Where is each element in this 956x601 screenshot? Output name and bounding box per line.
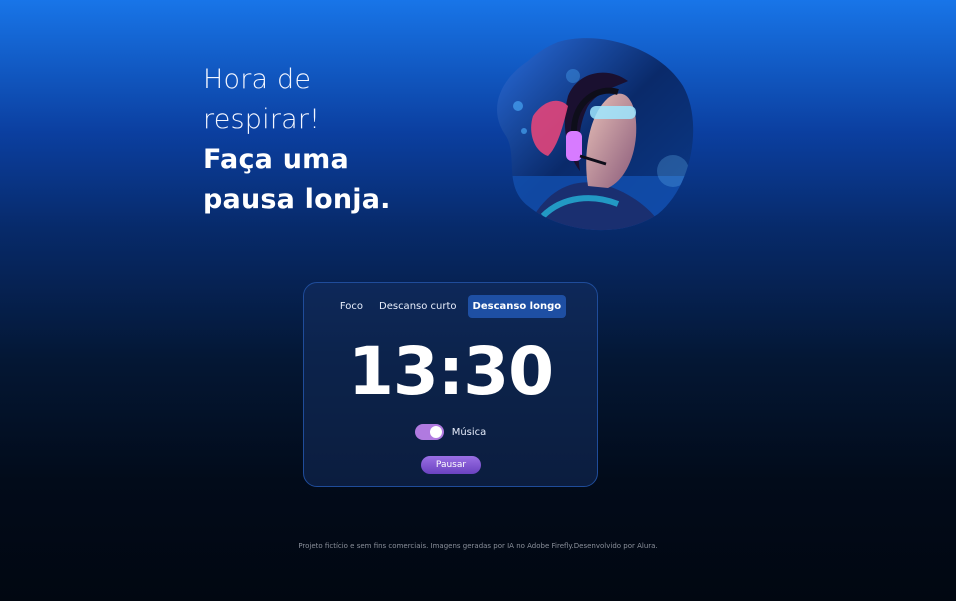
- footer-text: Projeto fictício e sem fins comerciais. …: [298, 542, 658, 550]
- music-toggle[interactable]: [414, 424, 444, 440]
- pause-button[interactable]: Pausar: [421, 456, 481, 474]
- tab-descanso-curto[interactable]: Descanso curto: [374, 295, 462, 318]
- timer-tabs: Foco Descanso curto Descanso longo: [304, 295, 597, 318]
- hero-line-4: pausa lonja.: [203, 184, 391, 215]
- hero-line-3: Faça uma: [203, 144, 349, 175]
- music-label: Música: [451, 426, 487, 438]
- woman-headphones-illustration-icon: [497, 38, 694, 231]
- tab-descanso-longo[interactable]: Descanso longo: [467, 295, 567, 318]
- hero-heading: Hora de respirar! Faça uma pausa lonja.: [203, 60, 463, 220]
- toggle-knob: [429, 426, 442, 438]
- tab-foco[interactable]: Foco: [335, 295, 368, 318]
- timer-card: Foco Descanso curto Descanso longo 13:30…: [303, 282, 598, 487]
- hero-illustration: [488, 36, 698, 236]
- music-toggle-row: Música: [304, 424, 597, 440]
- hero-line-1: Hora de: [203, 64, 312, 95]
- hero-line-2: respirar!: [203, 104, 321, 135]
- timer-display: 13:30: [347, 333, 554, 410]
